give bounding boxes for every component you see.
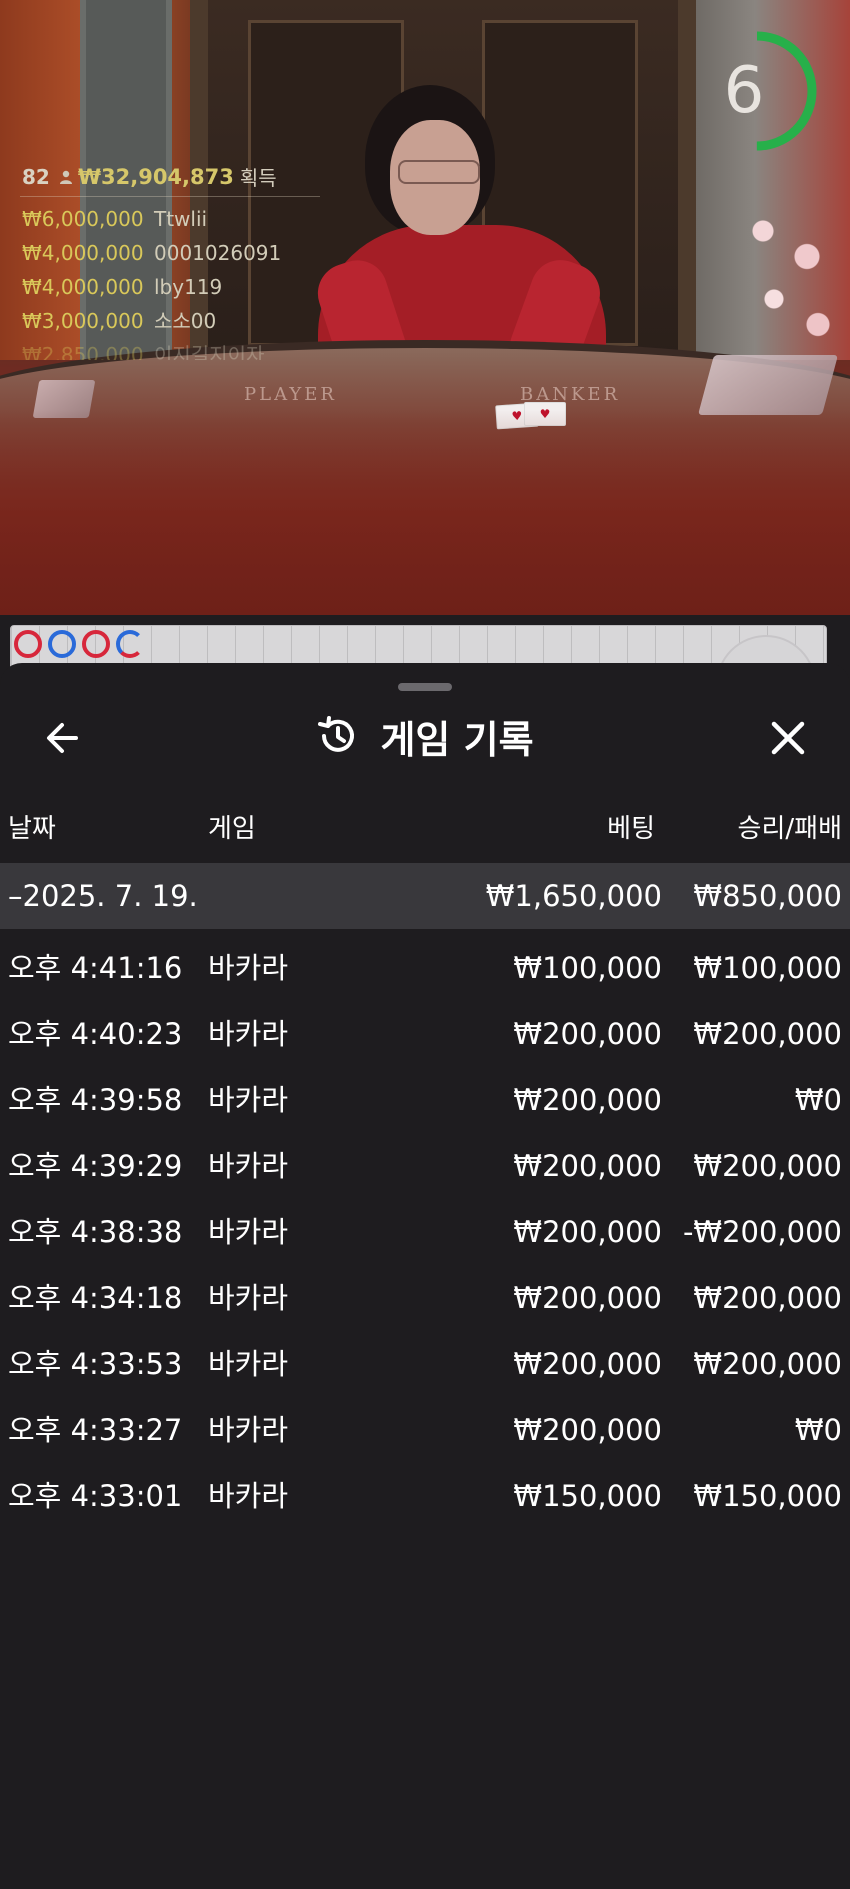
column-header-bet: 베팅 [607,814,655,844]
row-winloss: ₩0 [794,1083,842,1117]
row-bet: ₩150,000 [513,1479,662,1513]
row-game: 바카라 [208,1215,289,1249]
summary-bet-total: ₩1,650,000 [485,879,662,913]
bead-half [116,630,144,658]
row-winloss: ₩200,000 [693,1017,842,1051]
card-shoe [697,355,839,415]
row-winloss: -₩200,000 [682,1215,842,1249]
winner-name: lby119 [154,275,223,299]
winners-total: ₩32,904,873 [77,164,234,189]
row-game: 바카라 [208,1347,289,1381]
row-bet: ₩200,000 [513,1413,662,1447]
row-game: 바카라 [208,1017,289,1051]
winner-row: ₩2,850,000 이지길지이자 [22,340,281,360]
row-winloss: ₩200,000 [693,1347,842,1381]
history-row[interactable]: 오후 4:40:23 바카라 ₩200,000 ₩200,000 [0,1001,850,1067]
row-bet: ₩200,000 [513,1149,662,1183]
sheet-drag-handle[interactable] [398,683,452,691]
summary-winloss-total: ₩850,000 [693,879,842,913]
row-time: 오후 4:39:58 [8,1083,183,1117]
winner-row: ₩3,000,000 소소00 [22,306,281,340]
row-bet: ₩200,000 [513,1281,662,1315]
bead-red [82,630,110,658]
column-header-date: 날짜 [8,814,56,844]
winner-amount: ₩2,850,000 [22,343,144,360]
history-list: 오후 4:41:16 바카라 ₩100,000 ₩100,000 오후 4:40… [0,935,850,1529]
sheet-header: 게임 기록 [0,705,850,767]
row-game: 바카라 [208,1149,289,1183]
history-row[interactable]: 오후 4:33:53 바카라 ₩200,000 ₩200,000 [0,1331,850,1397]
date-summary-row[interactable]: –2025. 7. 19. ₩1,650,000 ₩850,000 [0,863,850,929]
history-row[interactable]: 오후 4:33:01 바카라 ₩150,000 ₩150,000 [0,1463,850,1529]
row-time: 오후 4:33:53 [8,1347,183,1381]
column-header-winloss: 승리/패배 [737,814,842,844]
bead-red [14,630,42,658]
winner-amount: ₩6,000,000 [22,207,144,231]
winners-gain-label: 획득 [239,166,277,190]
row-bet: ₩200,000 [513,1347,662,1381]
row-game: 바카라 [208,1281,289,1315]
row-time: 오후 4:34:18 [8,1281,183,1315]
history-row[interactable]: 오후 4:38:38 바카라 ₩200,000 -₩200,000 [0,1199,850,1265]
winner-name: 이지길지이자 [154,343,265,360]
cherry-blossom-decoration [730,180,840,350]
history-row[interactable]: 오후 4:39:29 바카라 ₩200,000 ₩200,000 [0,1133,850,1199]
winner-amount: ₩4,000,000 [22,275,144,299]
winner-name: Ttwlii [154,207,208,231]
dealer-glasses [398,160,480,184]
row-bet: ₩200,000 [513,1083,662,1117]
winners-header: 82 ₩32,904,873 획득 [22,162,277,191]
row-game: 바카라 [208,1083,289,1117]
history-row[interactable]: 오후 4:39:58 바카라 ₩200,000 ₩0 [0,1067,850,1133]
sheet-title: 게임 기록 [380,717,534,762]
winner-row: ₩6,000,000 Ttwlii [22,204,281,238]
winner-amount: ₩3,000,000 [22,309,144,333]
video-gradient-overlay [0,410,850,615]
bead-blue [48,630,76,658]
row-winloss: ₩150,000 [693,1479,842,1513]
row-time: 오후 4:40:23 [8,1017,183,1051]
winner-amount: ₩4,000,000 [22,241,144,265]
summary-date: –2025. 7. 19. [8,879,198,913]
row-bet: ₩100,000 [513,951,662,985]
table-player-label: PLAYER [244,384,337,405]
countdown-number: 6 [723,54,765,128]
row-time: 오후 4:38:38 [8,1215,183,1249]
winners-list: ₩6,000,000 Ttwlii ₩4,000,000 0001026091 … [22,204,281,360]
row-time: 오후 4:41:16 [8,951,183,985]
close-icon[interactable] [762,712,814,764]
row-winloss: ₩200,000 [693,1281,842,1315]
winner-count: 82 [22,164,50,189]
column-header-game: 게임 [208,814,256,844]
row-winloss: ₩100,000 [693,951,842,985]
row-bet: ₩200,000 [513,1215,662,1249]
row-time: 오후 4:33:27 [8,1413,183,1447]
winner-row: ₩4,000,000 lby119 [22,272,281,306]
history-row[interactable]: 오후 4:33:27 바카라 ₩200,000 ₩0 [0,1397,850,1463]
winner-name: 0001026091 [154,241,282,265]
history-clock-icon [318,716,355,752]
row-game: 바카라 [208,951,289,985]
row-game: 바카라 [208,1413,289,1447]
person-icon [59,170,72,184]
row-game: 바카라 [208,1479,289,1513]
history-row[interactable]: 오후 4:34:18 바카라 ₩200,000 ₩200,000 [0,1265,850,1331]
winner-name: 소소00 [154,309,217,333]
row-winloss: ₩0 [794,1413,842,1447]
row-bet: ₩200,000 [513,1017,662,1051]
history-row[interactable]: 오후 4:41:16 바카라 ₩100,000 ₩100,000 [0,935,850,1001]
row-time: 오후 4:39:29 [8,1149,183,1183]
row-winloss: ₩200,000 [693,1149,842,1183]
winners-divider [20,196,320,197]
row-time: 오후 4:33:01 [8,1479,183,1513]
winner-row: ₩4,000,000 0001026091 [22,238,281,272]
